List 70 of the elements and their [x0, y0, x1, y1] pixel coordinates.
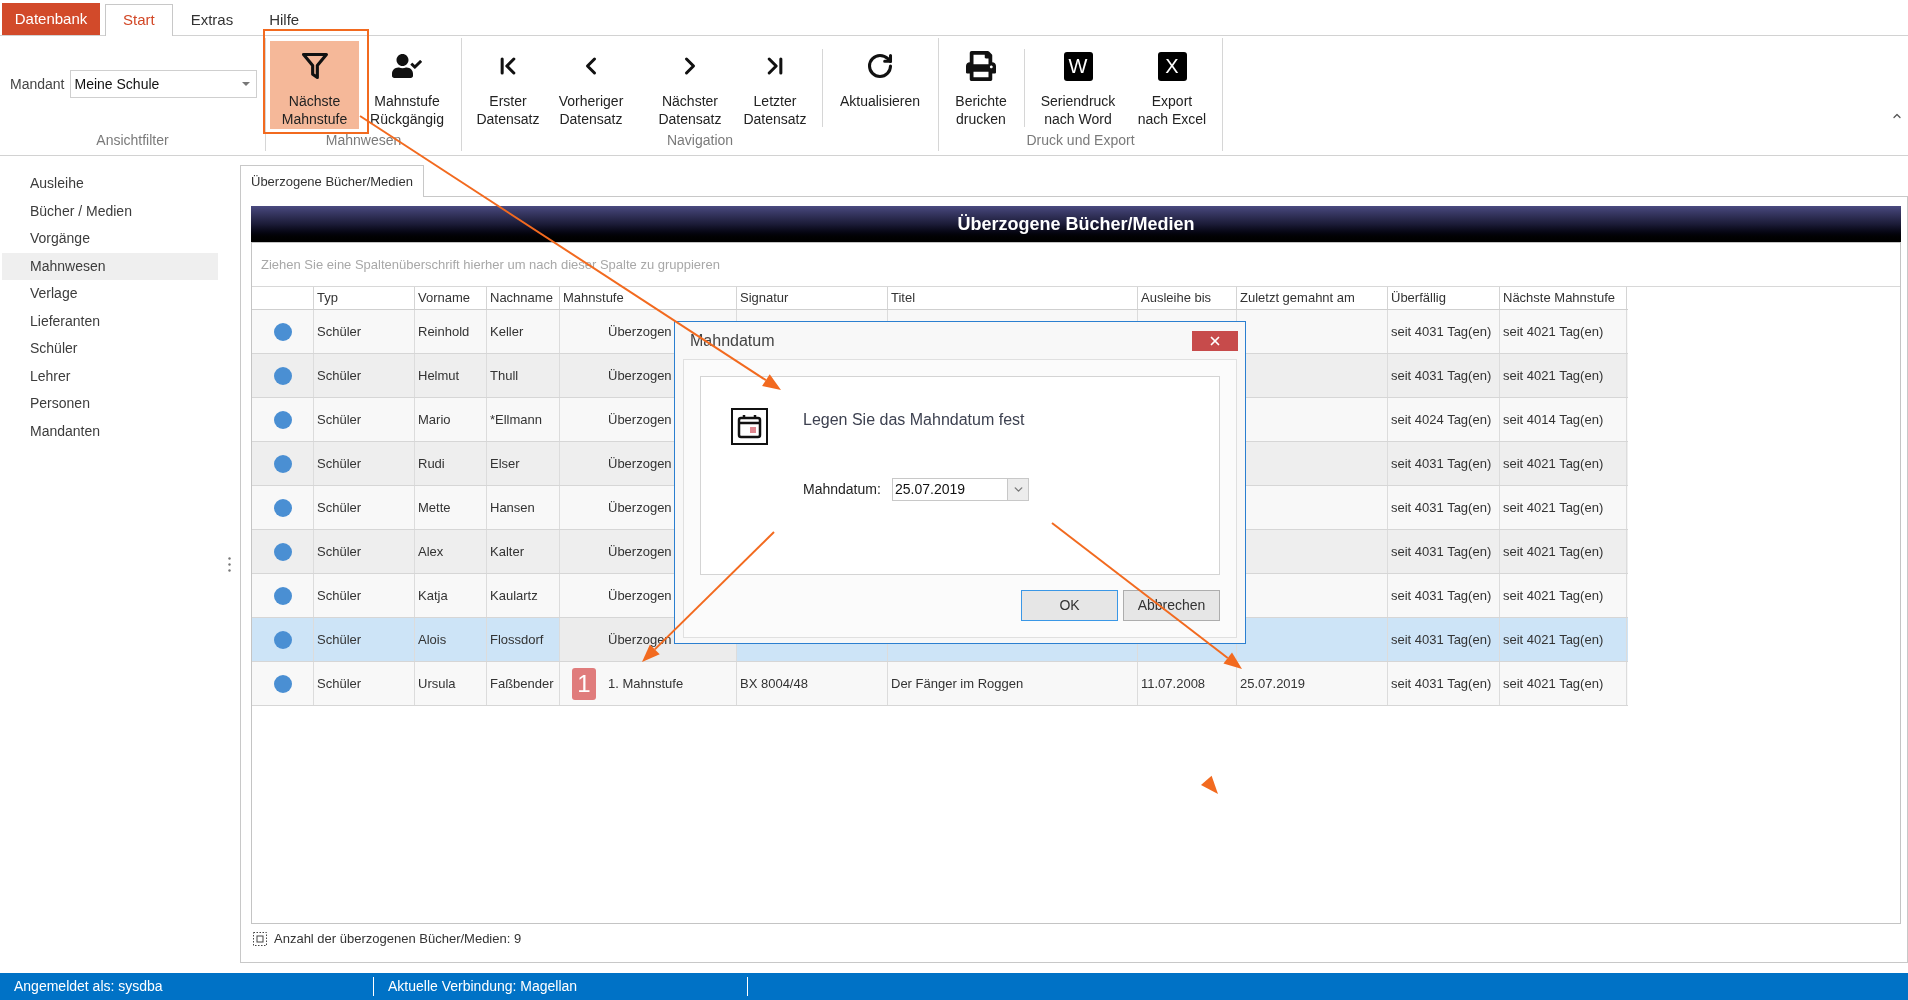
table-cell-text: seit 4021 Tag(en)	[1503, 498, 1604, 517]
table-cell-text: Elser	[490, 454, 520, 473]
table-cell-text: seit 4031 Tag(en)	[1391, 366, 1492, 385]
table-cell-text: 11.07.2008	[1141, 674, 1206, 693]
table-cell-text: Keller	[490, 322, 524, 341]
table-cell-text: BX 8004/48	[740, 674, 808, 693]
table-cell-text: Katja	[418, 586, 448, 605]
date-label: Mahndatum:	[803, 480, 882, 499]
table-cell-text: Schüler	[317, 454, 362, 473]
table-cell-text: Schüler	[317, 322, 362, 341]
table-cell-text: seit 4014 Tag(en)	[1503, 410, 1604, 429]
level-badge: 1	[572, 667, 596, 700]
ribbon-group-label: Druck und Export	[1026, 131, 1135, 150]
table-cell-text: Alois	[418, 630, 447, 649]
table-cell-text: Hansen	[490, 498, 535, 517]
status-text: Angemeldet als: sysdba	[14, 977, 163, 996]
table-cell-text: Kalter	[490, 542, 524, 561]
table-cell-text: seit 4024 Tag(en)	[1391, 410, 1492, 429]
table-cell-text: Schüler	[317, 410, 362, 429]
table-cell-text: seit 4021 Tag(en)	[1503, 630, 1604, 649]
status-text: Aktuelle Verbindung: Magellan	[388, 977, 578, 996]
table-cell-text: Ursula	[418, 674, 456, 693]
letter-tile-icon: W	[1063, 51, 1093, 81]
table-cell-text: Rudi	[418, 454, 445, 473]
table-cell-text: seit 4021 Tag(en)	[1503, 586, 1604, 605]
table-cell-text: Schüler	[317, 542, 362, 561]
table-cell-text: seit 4031 Tag(en)	[1391, 498, 1492, 517]
table-cell-text: *Ellmann	[490, 410, 543, 429]
ribbon-group-label: Ansichtfilter	[96, 131, 169, 150]
table-cell-text: seit 4031 Tag(en)	[1391, 454, 1492, 473]
table-cell-text: Der Fänger im Roggen	[891, 674, 1024, 693]
record-count: Anzahl der überzogenen Bücher/Medien: 9	[274, 930, 522, 949]
table-cell-text: Überzogen	[608, 498, 672, 517]
table-cell-text: Kaulartz	[490, 586, 538, 605]
table-cell-text: Helmut	[418, 366, 460, 385]
table-cell-text: Überzogen	[608, 542, 672, 561]
table-cell-text: Schüler	[317, 586, 362, 605]
table-cell-text: Überzogen	[608, 366, 672, 385]
table-cell-text: seit 4031 Tag(en)	[1391, 630, 1492, 649]
table-cell-text: seit 4021 Tag(en)	[1503, 454, 1604, 473]
letter-tile-icon: X	[1157, 51, 1187, 81]
client-label: Mandant	[10, 74, 65, 94]
table-cell-text: seit 4031 Tag(en)	[1391, 674, 1492, 693]
table-cell-text: Schüler	[317, 498, 362, 517]
table-cell-text: Schüler	[317, 630, 362, 649]
table-cell-text: Thull	[490, 366, 519, 385]
ribbon-group-label: Navigation	[666, 131, 734, 150]
table-cell-text: 25.07.2019	[1240, 674, 1306, 693]
table-cell-text: seit 4021 Tag(en)	[1503, 674, 1604, 693]
table-cell-text: Überzogen	[608, 322, 672, 341]
table-cell-text: Faßbender	[490, 674, 554, 693]
table-cell-text: Überzogen	[608, 586, 672, 605]
table-cell-text: Schüler	[317, 366, 362, 385]
table-cell-text: Mario	[418, 410, 451, 429]
table-cell-text: Überzogen	[608, 410, 672, 429]
table-cell-text: seit 4031 Tag(en)	[1391, 322, 1492, 341]
table-cell-text: Überzogen	[608, 454, 672, 473]
table-cell-text: seit 4031 Tag(en)	[1391, 586, 1492, 605]
table-cell-text: Reinhold	[418, 322, 470, 341]
grid-title: Überzogene Bücher/Medien	[957, 212, 1195, 236]
table-cell-text: Schüler	[317, 674, 362, 693]
table-cell-text: seit 4021 Tag(en)	[1503, 366, 1604, 385]
table-cell-text: Mette	[418, 498, 451, 517]
table-cell-text: 1. Mahnstufe	[608, 674, 684, 693]
table-cell-text: Alex	[418, 542, 444, 561]
table-cell-text: seit 4031 Tag(en)	[1391, 542, 1492, 561]
table-cell-text: Flossdorf	[490, 630, 544, 649]
table-cell-text: seit 4021 Tag(en)	[1503, 322, 1604, 341]
dialog-message: Legen Sie das Mahndatum fest	[803, 410, 1026, 430]
table-cell-text: seit 4021 Tag(en)	[1503, 542, 1604, 561]
